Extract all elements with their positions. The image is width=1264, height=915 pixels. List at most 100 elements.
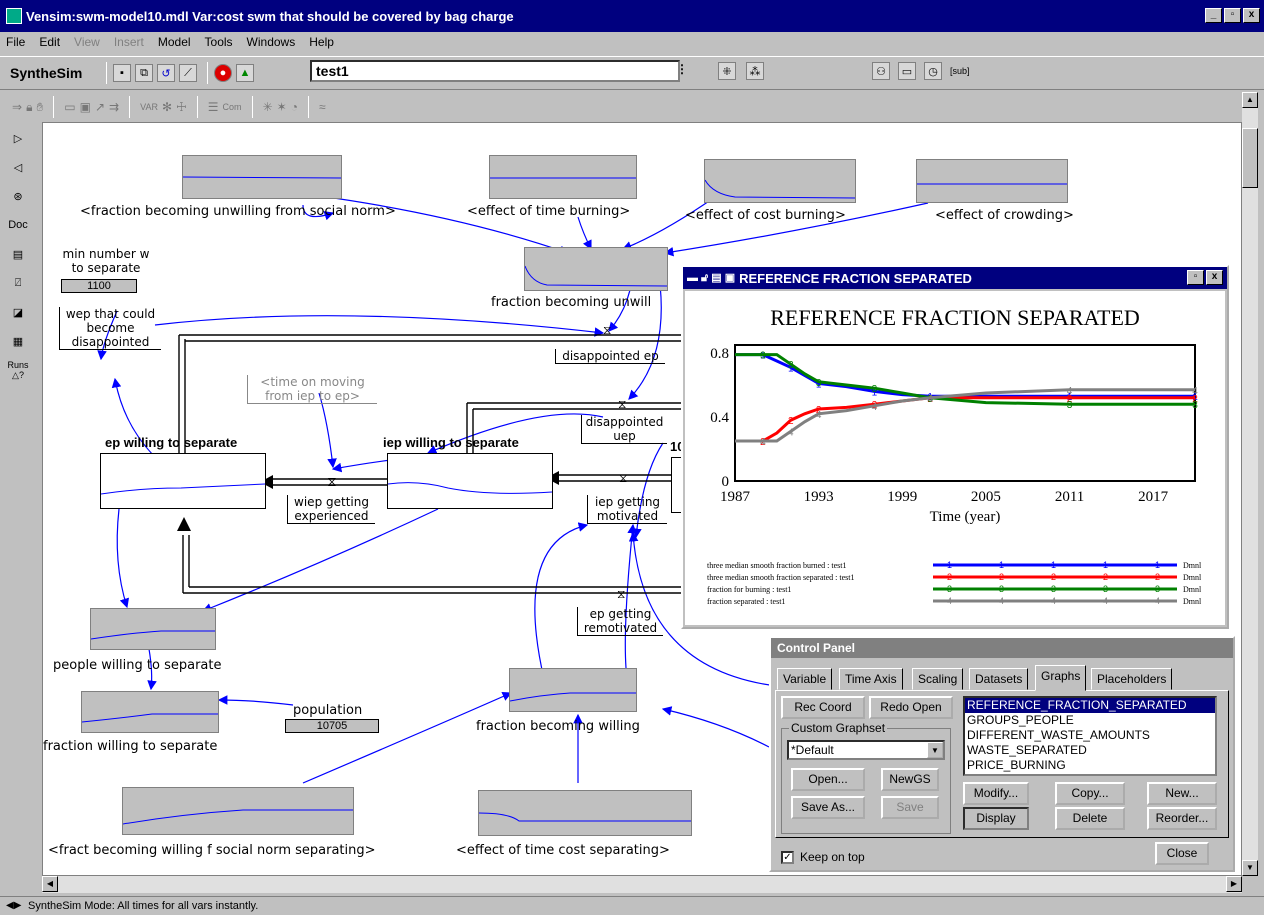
reference-graph-window[interactable]: ▬ 🔓︎ ▤ ▣ REFERENCE FRACTION SEPARATED ▫ … — [681, 265, 1229, 629]
scroll-left-icon[interactable]: ◀ — [42, 876, 58, 892]
tab-graphs[interactable]: Graphs — [1035, 665, 1087, 691]
ref-maximize-button[interactable]: ▫ — [1187, 270, 1204, 285]
pointer-icon[interactable]: ⇒ — [12, 100, 22, 114]
tab-placeholders[interactable]: Placeholders — [1091, 668, 1173, 690]
chevron-down-icon[interactable]: ▼ — [927, 742, 943, 758]
horizontal-scrollbar[interactable]: ◀ ▶ — [42, 876, 1242, 893]
graphset-select[interactable]: *Default ▼ — [787, 740, 945, 760]
new-button[interactable]: New... — [1147, 782, 1217, 805]
save-icon[interactable]: ▪ — [113, 64, 131, 82]
vertical-scrollbar[interactable]: ▲ ▼ — [1242, 92, 1258, 876]
delete-button[interactable]: Delete — [1055, 807, 1125, 830]
graph-list-item-selected[interactable]: REFERENCE_FRACTION_SEPARATED — [965, 698, 1215, 713]
scroll-thumb[interactable] — [1242, 128, 1258, 188]
menu-file[interactable]: File — [6, 35, 25, 49]
ref-close-button[interactable]: x — [1206, 270, 1223, 285]
min-number-slider[interactable]: 1100 — [61, 279, 137, 293]
delete-icon[interactable]: ✳ — [263, 100, 273, 114]
graph-effect-time-cost[interactable] — [478, 790, 692, 836]
graph-list-item[interactable]: PRICE_BURNING — [965, 758, 1215, 773]
menu-edit[interactable]: Edit — [39, 35, 60, 49]
label-wiep-getting-experienced[interactable]: wiep getting experienced — [287, 495, 375, 524]
display-button[interactable]: Display — [963, 807, 1029, 830]
graph-list-item[interactable]: GROUPS_PEOPLE — [965, 713, 1215, 728]
control-panel[interactable]: Control Panel Variable Time Axis Scaling… — [769, 636, 1235, 872]
menu-help[interactable]: Help — [309, 35, 334, 49]
compare-icon[interactable]: ⧉ — [135, 64, 153, 82]
network-icon[interactable]: ⚇ — [872, 62, 890, 80]
rate-icon[interactable]: ⇉ — [109, 100, 119, 114]
run-name-options[interactable]: ⋮ — [676, 62, 688, 76]
graph-effect-crowding[interactable] — [916, 159, 1068, 203]
tab-scaling[interactable]: Scaling — [912, 668, 964, 690]
label-fraction-willing-sep[interactable]: fraction willing to separate — [43, 739, 217, 754]
reference-window-titlebar[interactable]: ▬ 🔓︎ ▤ ▣ REFERENCE FRACTION SEPARATED ▫ … — [683, 267, 1227, 289]
reference-mode-icon[interactable]: ≈ — [319, 100, 326, 114]
label-fraction-unwilling-social[interactable]: <fraction becoming unwilling from social… — [80, 204, 396, 219]
graph-list-item[interactable]: WASTE_SEPARATED — [965, 743, 1215, 758]
loops-icon[interactable]: ⊛ — [6, 184, 30, 208]
status-arrows-icon[interactable]: ◀▶ — [6, 897, 21, 915]
save-button[interactable]: Save — [881, 796, 939, 819]
scroll-down-icon[interactable]: ▼ — [1242, 860, 1258, 876]
graph-effect-time-burning[interactable] — [489, 155, 637, 199]
close-button[interactable]: x — [1243, 8, 1260, 23]
menu-tools[interactable]: Tools — [205, 35, 233, 49]
graph-list[interactable]: REFERENCE_FRACTION_SEPARATED GROUPS_PEOP… — [963, 696, 1217, 776]
population-slider[interactable]: 10705 — [285, 719, 379, 733]
newgs-button[interactable]: NewGS — [881, 768, 939, 791]
window-tool-icons[interactable]: ▬ 🔓︎ ▤ ▣ — [687, 271, 735, 285]
label-iep-getting-motivated[interactable]: iep getting motivated — [587, 495, 667, 524]
label-ep-getting-remotivated[interactable]: ep getting remotivated — [577, 607, 663, 636]
label-effect-time-burning[interactable]: <effect of time burning> — [467, 204, 630, 219]
minimize-button[interactable]: _ — [1205, 8, 1222, 23]
uses-tree-icon[interactable]: ◁ — [6, 155, 30, 179]
maximize-button[interactable]: ▫ — [1224, 8, 1241, 23]
label-people-willing[interactable]: people willing to separate — [53, 658, 221, 673]
runs-compare-icon[interactable]: ▦ — [6, 329, 30, 353]
label-disappointed-ep[interactable]: disappointed ep — [555, 349, 665, 364]
label-time-on-moving[interactable]: <time on moving from iep to ep> — [247, 375, 377, 404]
scroll-up-icon[interactable]: ▲ — [1242, 92, 1258, 108]
graph-icon[interactable]: ⟋ — [179, 64, 197, 82]
graph-fraction-becoming-unwilling[interactable] — [524, 247, 668, 291]
graph-fraction-unwilling-social[interactable] — [182, 155, 342, 199]
stop-icon[interactable]: ● — [214, 64, 232, 82]
label-fraction-becoming-willing[interactable]: fraction becoming willing — [476, 719, 640, 734]
graph-tool-icon[interactable]: ⍁ — [6, 271, 30, 295]
graph-fraction-willing-sep[interactable] — [81, 691, 219, 733]
menu-insert[interactable]: Insert — [114, 35, 144, 49]
label-effect-cost-burning[interactable]: <effect of cost burning> — [685, 208, 846, 223]
stock-iep-willing[interactable] — [387, 453, 553, 509]
label-fract-social-norm[interactable]: <fract becoming willing f social norm se… — [48, 843, 376, 858]
open-button[interactable]: Open... — [791, 768, 865, 791]
redo-open-button[interactable]: Redo Open — [869, 696, 953, 719]
graph-fraction-becoming-willing[interactable] — [509, 668, 637, 712]
comment-icon[interactable]: Com — [223, 102, 242, 112]
label-fraction-becoming-unwilling[interactable]: fraction becoming unwill — [491, 295, 651, 310]
optimize-icon[interactable]: ⁂ — [746, 62, 764, 80]
label-effect-time-cost[interactable]: <effect of time cost separating> — [456, 843, 670, 858]
menu-windows[interactable]: Windows — [247, 35, 296, 49]
causes-strip-icon[interactable]: ▤ — [6, 242, 30, 266]
input-output-icon[interactable]: ☩ — [176, 100, 187, 114]
graph-fract-social-norm[interactable] — [122, 787, 354, 835]
rec-coord-button[interactable]: Rec Coord — [781, 696, 865, 719]
hand-icon[interactable]: ✋︎ — [36, 100, 43, 115]
scroll-right-icon[interactable]: ▶ — [1226, 876, 1242, 892]
tab-variable[interactable]: Variable — [777, 668, 833, 690]
sub-label[interactable]: [sub] — [950, 66, 970, 76]
graph-list-item[interactable]: DIFFERENT_WASTE_AMOUNTS — [965, 728, 1215, 743]
clock-icon[interactable]: ◷ — [924, 62, 942, 80]
keep-on-top-checkbox[interactable]: ✓ — [781, 850, 794, 864]
menu-view[interactable]: View — [74, 35, 100, 49]
menu-model[interactable]: Model — [158, 35, 191, 49]
stock-ep-willing[interactable] — [100, 453, 266, 509]
reorder-button[interactable]: Reorder... — [1147, 807, 1217, 830]
graph-people-willing[interactable] — [90, 608, 216, 650]
shadow-icon[interactable]: ✻ — [162, 100, 172, 114]
simulate-icon[interactable]: ▲ — [236, 64, 254, 82]
monitor-icon[interactable]: ▭ — [898, 62, 916, 80]
table-tool-icon[interactable]: ◪ — [6, 300, 30, 324]
graph-effect-cost-burning[interactable] — [704, 159, 856, 203]
